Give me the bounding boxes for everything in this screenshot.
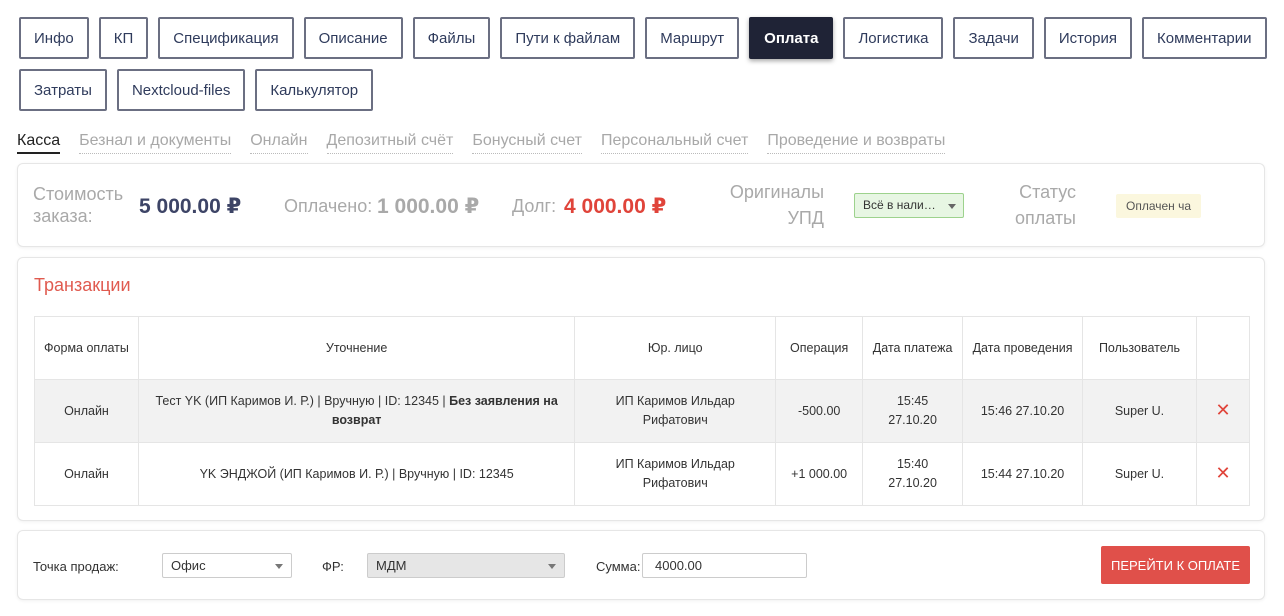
column-header: Юр. лицо	[574, 316, 777, 380]
subtab[interactable]: Проведение и возвраты	[767, 132, 946, 154]
delete-icon[interactable]: ✕	[1215, 400, 1230, 420]
tab-button[interactable]: Описание	[303, 17, 403, 59]
tab-button[interactable]: История	[1043, 17, 1133, 59]
column-header: Форма оплаты	[34, 316, 139, 380]
transactions-title: Транзакции	[34, 275, 131, 295]
order-cost-value: 5 000.00 ₽	[139, 195, 242, 218]
payment-status-label: Статус оплаты	[1014, 182, 1076, 228]
payment-date-cell: 15:40 27.10.20	[862, 442, 964, 506]
subtab[interactable]: Бонусный счет	[472, 132, 582, 154]
user-cell: Super U.	[1082, 442, 1197, 506]
column-header: Пользователь	[1082, 316, 1197, 380]
column-header: Уточнение	[137, 316, 576, 380]
payment-summary: Стоимость заказа: 5 000.00 ₽ Оплачено: 1…	[17, 163, 1265, 247]
tab-button[interactable]: Оплата	[749, 17, 834, 59]
tab-button[interactable]: Затраты	[19, 69, 107, 111]
paid-value: 1 000.00 ₽	[377, 195, 480, 218]
payment-form-cell: Онлайн	[34, 442, 139, 506]
tab-row: Инфо КП Спецификация Описание Файлы Пути к фа…	[19, 17, 1267, 59]
debt-label: Долг:	[512, 196, 557, 216]
sales-point-label: Точка продаж:	[33, 559, 119, 574]
posted-date-cell: 15:44 27.10.20	[962, 442, 1084, 506]
operation-cell: +1 000.00	[775, 442, 864, 506]
chevron-down-icon	[275, 564, 283, 569]
subtab[interactable]: Персональный счет	[600, 132, 749, 154]
originals-label: Оригиналы УПД	[729, 182, 824, 228]
delete-cell: ✕	[1195, 442, 1251, 506]
tab-button[interactable]: Файлы	[412, 17, 491, 59]
tab-button[interactable]: Комментарии	[1142, 17, 1267, 59]
delete-cell: ✕	[1195, 379, 1251, 443]
column-header	[1195, 316, 1251, 380]
tab-row: Затраты Nextcloud-files Калькулятор	[19, 69, 1259, 111]
fr-label: ФР:	[322, 559, 344, 574]
table-row: Онлайн YK ЭНДЖОЙ (ИП Каримов И. Р.) | Вру…	[34, 442, 1251, 506]
payment-form-cell: Онлайн	[34, 379, 139, 443]
table-row: Онлайн Тест YK (ИП Каримов И. Р.) | Вручн…	[34, 379, 1251, 443]
payment-subtabs: Касса Безнал и документы Онлайн Депозитный …	[17, 132, 946, 154]
subtab[interactable]: Касса	[17, 132, 61, 154]
order-cost-label: Стоимость заказа:	[33, 184, 124, 226]
paid-label: Оплачено:	[284, 196, 373, 216]
sum-label: Сумма:	[596, 559, 641, 574]
tab-button[interactable]: Задачи	[953, 17, 1034, 59]
legal-entity-cell: ИП Каримов Ильдар Рифатович	[574, 442, 777, 506]
tab-button[interactable]: Логистика	[843, 17, 944, 59]
sales-point-select[interactable]: Офис	[162, 553, 292, 578]
tab-button[interactable]: Инфо	[19, 17, 89, 59]
transactions-table: Форма оплаты Уточнение Юр. лицо Операция Дат…	[34, 316, 1251, 506]
transactions-panel: Транзакции Форма оплаты Уточнение Юр. лицо…	[17, 257, 1265, 521]
column-header: Дата платежа	[862, 316, 964, 380]
column-header: Операция	[775, 316, 864, 380]
tab-button[interactable]: КП	[98, 17, 149, 59]
tab-button[interactable]: Пути к файлам	[500, 17, 636, 59]
fr-select[interactable]: МДМ	[367, 553, 565, 578]
payment-date-cell: 15:45 27.10.20	[862, 379, 964, 443]
column-header: Дата проведения	[962, 316, 1084, 380]
debt-value: 4 000.00 ₽	[564, 195, 667, 218]
tab-button[interactable]: Nextcloud-files	[116, 69, 246, 111]
user-cell: Super U.	[1082, 379, 1197, 443]
table-header: Форма оплаты Уточнение Юр. лицо Операция Дат…	[34, 316, 1251, 380]
tab-button[interactable]: Маршрут	[645, 17, 740, 59]
chevron-down-icon	[548, 564, 556, 569]
sum-input[interactable]	[642, 553, 807, 578]
tab-button[interactable]: Спецификация	[158, 17, 294, 59]
delete-icon[interactable]: ✕	[1215, 463, 1230, 483]
operation-cell: -500.00	[775, 379, 864, 443]
go-to-payment-button[interactable]: ПЕРЕЙТИ К ОПЛАТЕ	[1101, 546, 1250, 584]
detail-cell: YK ЭНДЖОЙ (ИП Каримов И. Р.) | Вручную |…	[137, 442, 576, 506]
tab-bar: Инфо КП Спецификация Описание Файлы Пути к фа…	[19, 17, 1267, 121]
status-badge: Оплачен ча	[1116, 194, 1202, 218]
payment-form: Точка продаж: Офис ФР: МДМ Сумма: ПЕРЕЙТ…	[17, 530, 1265, 600]
chevron-down-icon	[948, 204, 956, 209]
tab-button[interactable]: Калькулятор	[255, 69, 374, 111]
subtab[interactable]: Онлайн	[250, 132, 308, 154]
posted-date-cell: 15:46 27.10.20	[962, 379, 1084, 443]
originals-select[interactable]: Всё в нали…	[854, 193, 964, 218]
legal-entity-cell: ИП Каримов Ильдар Рифатович	[574, 379, 777, 443]
subtab[interactable]: Депозитный счёт	[326, 132, 454, 154]
subtab[interactable]: Безнал и документы	[79, 132, 232, 154]
detail-cell: Тест YK (ИП Каримов И. Р.) | Вручную | I…	[137, 379, 576, 443]
